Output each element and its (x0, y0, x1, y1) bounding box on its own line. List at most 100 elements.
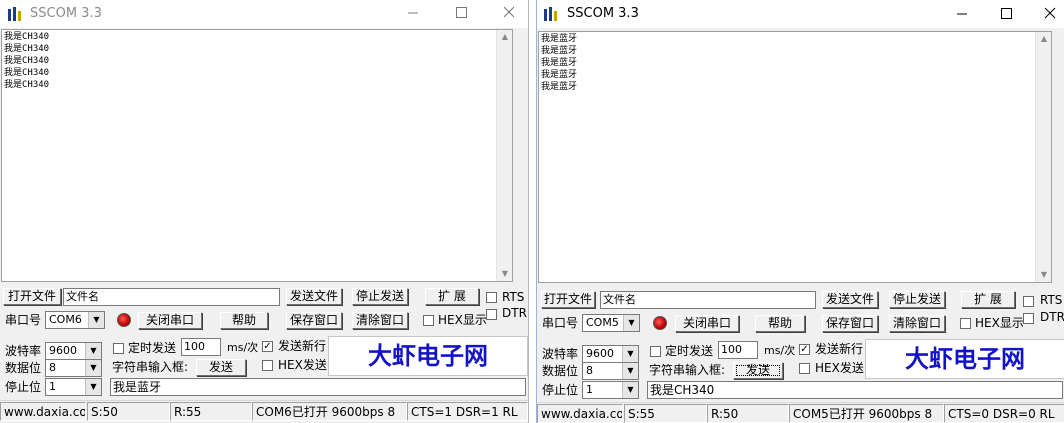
title-bar[interactable]: SSCOM 3.3 (0, 0, 528, 28)
send-button[interactable]: 发送 (733, 362, 783, 379)
chevron-down-icon[interactable]: ▼ (88, 312, 104, 328)
dtr-checkbox[interactable] (1023, 313, 1034, 324)
chevron-down-icon[interactable]: ▼ (622, 346, 638, 362)
scroll-down-icon[interactable]: ▼ (1036, 268, 1051, 282)
receive-line: 我是CH340 (4, 44, 50, 54)
maximize-icon[interactable] (989, 0, 1023, 26)
receive-area[interactable]: 我是CH340 我是CH340 我是CH340 我是CH340 我是CH340 … (1, 29, 513, 282)
window-title: SSCOM 3.3 (30, 6, 102, 21)
chevron-down-icon[interactable]: ▼ (623, 315, 639, 331)
window-title: SSCOM 3.3 (567, 6, 639, 21)
send-text-field[interactable]: 我是蓝牙 (110, 378, 526, 396)
rts-checkbox[interactable] (486, 292, 497, 303)
minimize-icon[interactable] (945, 0, 979, 26)
status-received-count: R:55 (170, 402, 252, 421)
save-window-button[interactable]: 保存窗口 (286, 312, 342, 329)
send-file-button[interactable]: 发送文件 (286, 288, 342, 305)
chevron-down-icon[interactable]: ▼ (85, 343, 101, 359)
chevron-down-icon[interactable]: ▼ (85, 360, 101, 376)
status-site[interactable]: www.daxia.com (0, 402, 86, 421)
timed-send-checkbox[interactable] (113, 343, 124, 354)
port-value: COM6 (49, 313, 82, 326)
open-file-button[interactable]: 打开文件 (541, 291, 595, 308)
scroll-up-icon[interactable]: ▲ (1036, 32, 1051, 46)
maximize-icon[interactable] (444, 0, 478, 26)
sscom-window-left: SSCOM 3.3 我是CH340 我是CH340 我是CH340 我是CH34… (0, 0, 529, 423)
receive-line: 我是蓝牙 (541, 82, 578, 92)
hex-display-checkbox[interactable] (960, 318, 971, 329)
chevron-down-icon[interactable]: ▼ (622, 363, 638, 379)
rts-checkbox[interactable] (1023, 296, 1034, 307)
scroll-up-icon[interactable]: ▲ (497, 30, 512, 44)
clear-window-button[interactable]: 清除窗口 (889, 315, 945, 332)
receive-text: 我是CH340 我是CH340 我是CH340 我是CH340 我是CH340 (4, 31, 49, 91)
vertical-scrollbar[interactable]: ▲ ▼ (1035, 32, 1051, 282)
stopbits-label: 停止位 (5, 380, 42, 394)
file-name-field[interactable]: 文件名 (63, 288, 280, 306)
expand-button[interactable]: 扩 展 (961, 291, 1015, 308)
timed-send-label: 定时发送 (665, 344, 714, 358)
chevron-down-icon[interactable]: ▼ (622, 382, 638, 398)
timed-send-checkbox[interactable] (650, 346, 661, 357)
baud-select[interactable]: 9600 ▼ (582, 345, 639, 363)
status-sent-count: S:50 (87, 402, 170, 421)
stopbits-value: 1 (586, 383, 593, 396)
stop-send-button[interactable]: 停止发送 (889, 291, 945, 308)
hex-send-label: HEX发送 (815, 361, 864, 375)
hex-send-checkbox[interactable] (262, 360, 273, 371)
expand-button[interactable]: 扩 展 (425, 288, 479, 305)
chevron-down-icon[interactable]: ▼ (85, 379, 101, 395)
status-lines: CTS=1 DSR=1 RL (407, 402, 528, 421)
send-button[interactable]: 发送 (196, 359, 246, 376)
open-file-button[interactable]: 打开文件 (3, 288, 61, 305)
stopbits-select[interactable]: 1 ▼ (45, 378, 102, 396)
stopbits-value: 1 (49, 380, 56, 393)
input-label: 字符串输入框: (649, 363, 726, 377)
port-select[interactable]: COM6 ▼ (45, 311, 105, 329)
minimize-icon[interactable] (396, 0, 430, 26)
stop-send-button[interactable]: 停止发送 (352, 288, 408, 305)
receive-line: 我是蓝牙 (541, 58, 578, 68)
send-text-field[interactable]: 我是CH340 (647, 381, 1063, 399)
receive-area[interactable]: 我是蓝牙 我是蓝牙 我是蓝牙 我是蓝牙 我是蓝牙 ▲ ▼ (538, 31, 1052, 283)
send-newline-checkbox[interactable]: ✓ (262, 341, 273, 352)
baud-label: 波特率 (542, 347, 579, 361)
status-port-state: COM6已打开 9600bps 8 (252, 402, 407, 421)
save-window-button[interactable]: 保存窗口 (822, 315, 878, 332)
help-button[interactable]: 帮助 (755, 315, 805, 332)
scroll-down-icon[interactable]: ▼ (497, 267, 512, 281)
receive-line: 我是蓝牙 (541, 70, 578, 80)
port-status-led-icon (117, 313, 131, 327)
close-icon[interactable] (492, 0, 526, 26)
port-select[interactable]: COM5 ▼ (582, 314, 640, 332)
hex-send-checkbox[interactable] (799, 363, 810, 374)
interval-field[interactable]: 100 (718, 341, 758, 359)
port-label: 串口号 (5, 313, 42, 327)
status-site[interactable]: www.daxia.com (537, 404, 623, 423)
title-bar[interactable]: SSCOM 3.3 (537, 0, 1064, 28)
rts-label: RTS (1040, 293, 1063, 307)
dtr-checkbox[interactable] (486, 309, 497, 320)
daxia-logo[interactable]: 大虾电子网 (865, 339, 1064, 379)
sscom-app-icon (544, 7, 557, 21)
send-file-button[interactable]: 发送文件 (822, 291, 878, 308)
close-port-button[interactable]: 关闭串口 (675, 315, 739, 332)
close-port-button[interactable]: 关闭串口 (138, 312, 202, 329)
stopbits-select[interactable]: 1 ▼ (582, 381, 639, 399)
databits-select[interactable]: 8 ▼ (582, 362, 639, 380)
databits-select[interactable]: 8 ▼ (45, 359, 102, 377)
receive-line: 我是蓝牙 (541, 34, 578, 44)
send-newline-label: 发送新行 (815, 342, 863, 356)
send-newline-checkbox[interactable]: ✓ (799, 344, 810, 355)
daxia-logo[interactable]: 大虾电子网 (328, 336, 528, 376)
help-button[interactable]: 帮助 (220, 312, 268, 329)
file-name-field[interactable]: 文件名 (600, 291, 816, 309)
close-icon[interactable] (1033, 0, 1064, 26)
status-port-state: COM5已打开 9600bps 8 (789, 404, 944, 423)
baud-select[interactable]: 9600 ▼ (45, 342, 102, 360)
vertical-scrollbar[interactable]: ▲ ▼ (496, 30, 512, 281)
hex-display-checkbox[interactable] (423, 315, 434, 326)
clear-window-button[interactable]: 清除窗口 (352, 312, 408, 329)
interval-field[interactable]: 100 (181, 338, 221, 356)
dtr-label: DTR (1040, 310, 1064, 324)
